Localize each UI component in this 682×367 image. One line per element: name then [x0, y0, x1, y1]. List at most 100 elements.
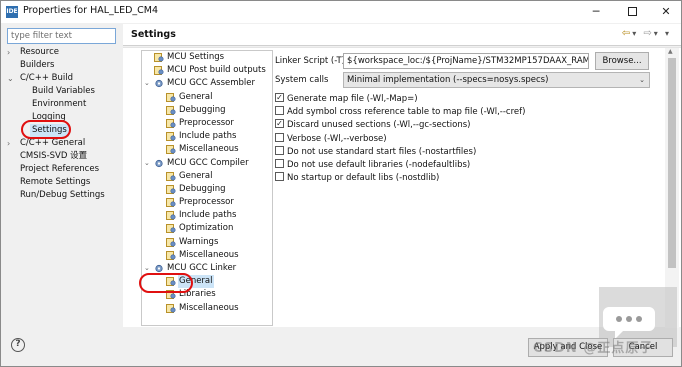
nav-item[interactable]: Environment — [7, 98, 119, 111]
option-checkbox-row[interactable]: ✓ Generate map file (-Wl,-Map=) — [275, 93, 418, 105]
tool-tree-item[interactable]: Debugging — [142, 183, 272, 196]
option-label: Do not use default libraries (-nodefault… — [287, 160, 471, 170]
linker-script-field[interactable]: ${workspace_loc:/${ProjName}/STM32MP157D… — [343, 53, 589, 69]
view-menu-icon[interactable]: ▾ — [665, 29, 671, 38]
tool-tree-item-label: Debugging — [179, 104, 226, 115]
linker-general-form: Linker Script (-T) ${workspace_loc:/${Pr… — [275, 48, 660, 324]
tool-tree-item-label: MCU GCC Compiler — [167, 157, 249, 168]
back-dropdown-icon[interactable]: ▾ — [632, 29, 638, 38]
tool-tree-item[interactable]: Miscellaneous — [142, 143, 272, 156]
tool-tree-item[interactable]: MCU Settings — [142, 51, 272, 64]
nav-item[interactable]: Remote Settings — [7, 176, 119, 189]
system-calls-select[interactable]: Minimal implementation (--specs=nosys.sp… — [343, 72, 650, 88]
tool-tree-item[interactable]: Preprocessor — [142, 117, 272, 130]
scroll-up-icon[interactable]: ▲ — [668, 48, 673, 55]
system-calls-value: Minimal implementation (--specs=nosys.sp… — [347, 75, 549, 85]
option-checkbox-row[interactable]: Add symbol cross reference table to map … — [275, 106, 525, 118]
nav-item[interactable]: ⌄ C/C++ Build — [7, 72, 119, 85]
help-icon[interactable]: ? — [11, 338, 25, 352]
checkbox-unchecked[interactable] — [275, 106, 284, 116]
forward-dropdown-icon[interactable]: ▾ — [654, 29, 660, 38]
settings-page-icon — [166, 237, 176, 247]
tool-gear-icon — [154, 79, 164, 88]
nav-item[interactable]: Builders — [7, 59, 119, 72]
window-title: Properties for HAL_LED_CM4 — [23, 5, 159, 16]
expand-arrow-icon[interactable]: › — [7, 137, 17, 150]
checkbox-unchecked[interactable] — [275, 145, 284, 155]
tool-tree-item[interactable]: Debugging — [142, 104, 272, 117]
expand-arrow-icon[interactable]: › — [7, 46, 17, 59]
tool-tree-item[interactable]: Include paths — [142, 209, 272, 222]
tool-tree-item[interactable]: Optimization — [142, 222, 272, 235]
tool-tree-item[interactable]: General — [142, 91, 272, 104]
back-arrow-icon[interactable]: ⇦ — [622, 28, 632, 39]
tool-tree-item[interactable]: General — [142, 170, 272, 183]
tool-tree-item[interactable]: Miscellaneous — [142, 249, 272, 262]
settings-page-icon — [166, 184, 176, 194]
chevron-down-icon: ⌄ — [639, 76, 645, 84]
tool-tree-item-label: Optimization — [179, 223, 234, 234]
tool-tree-item-label: MCU Post build outputs — [167, 65, 266, 76]
tool-gear-icon — [154, 264, 164, 273]
collapse-arrow-icon[interactable]: ⌄ — [144, 157, 152, 170]
title-bar: IDE Properties for HAL_LED_CM4 ─ ✕ — [1, 1, 681, 23]
minimize-button[interactable]: ─ — [579, 1, 613, 23]
system-calls-label: System calls — [275, 75, 329, 85]
nav-item-label: CMSIS-SVD 设置 — [20, 151, 88, 161]
tool-tree-item-label: Warnings — [179, 236, 219, 247]
option-label: Verbose (-Wl,--verbose) — [287, 133, 387, 144]
option-checkbox-row[interactable]: Verbose (-Wl,--verbose) — [275, 132, 387, 145]
browse-button[interactable]: Browse... — [595, 52, 649, 70]
tool-tree-item[interactable]: ⌄ MCU GCC Assembler — [142, 77, 272, 90]
settings-page-icon — [166, 198, 176, 208]
settings-page-icon — [154, 66, 164, 76]
tool-tree-item-label: Miscellaneous — [179, 249, 239, 260]
forward-arrow-icon[interactable]: ⇨ — [643, 28, 653, 39]
settings-page-icon — [166, 105, 176, 115]
tool-tree-item-label: MCU Settings — [167, 52, 225, 62]
tool-tree-item-label: General — [179, 91, 213, 102]
nav-item-label: Project References — [20, 164, 100, 174]
close-button[interactable]: ✕ — [649, 1, 681, 23]
tool-tree-item[interactable]: MCU Post build outputs — [142, 64, 272, 77]
checkbox-unchecked[interactable] — [275, 132, 284, 142]
nav-item[interactable]: Run/Debug Settings — [7, 189, 119, 202]
settings-page-icon — [166, 224, 176, 234]
nav-item-label: Builders — [20, 60, 55, 70]
vertical-scrollbar[interactable]: ▲ — [665, 48, 679, 328]
option-checkbox-row[interactable]: No startup or default libs (-nostdlib) — [275, 172, 439, 184]
checkbox-unchecked[interactable] — [275, 159, 284, 168]
checkbox-unchecked[interactable] — [275, 172, 284, 182]
tool-tree-item[interactable]: Warnings — [142, 236, 272, 249]
nav-item[interactable]: Build Variables — [7, 85, 119, 98]
collapse-arrow-icon[interactable]: ⌄ — [7, 72, 17, 85]
nav-item[interactable]: CMSIS-SVD 设置 — [7, 150, 119, 163]
maximize-button[interactable] — [615, 1, 649, 23]
history-navigation: ⇦▾ ⇨▾ ▾ — [622, 28, 671, 39]
linker-script-label: Linker Script (-T) — [275, 56, 345, 66]
general-highlight-annotation — [139, 273, 193, 293]
scrollbar-thumb[interactable] — [668, 58, 676, 268]
tool-tree-item[interactable]: ⌄ MCU GCC Compiler — [142, 157, 272, 170]
collapse-arrow-icon[interactable]: ⌄ — [144, 77, 152, 90]
tool-tree-item[interactable]: Include paths — [142, 130, 272, 143]
settings-page-icon — [166, 145, 176, 155]
option-checkbox-row[interactable]: Do not use default libraries (-nodefault… — [275, 159, 470, 171]
option-checkbox-row[interactable]: ✓ Discard unused sections (-Wl,--gc-secti… — [275, 119, 470, 131]
nav-item-label: Remote Settings — [20, 177, 91, 187]
checkbox-checked[interactable]: ✓ — [275, 93, 284, 102]
option-label: Generate map file (-Wl,-Map=) — [287, 94, 418, 104]
nav-item[interactable]: › C/C++ General — [7, 137, 119, 150]
settings-page-icon — [166, 92, 176, 102]
option-checkbox-row[interactable]: Do not use standard start files (-nostar… — [275, 145, 476, 158]
tool-tree-item[interactable]: Preprocessor — [142, 196, 272, 209]
tool-tree-item-label: MCU GCC Assembler — [167, 78, 256, 89]
csdn-watermark: CSDN @正点原子 — [533, 341, 654, 356]
nav-item[interactable]: Project References — [7, 163, 119, 176]
filter-input[interactable] — [7, 28, 116, 44]
tool-tree-item[interactable]: Miscellaneous — [142, 302, 272, 315]
checkbox-checked[interactable]: ✓ — [275, 119, 284, 129]
tool-tree-item-label: Miscellaneous — [179, 302, 239, 313]
nav-item-label: Environment — [32, 99, 87, 109]
nav-item[interactable]: › Resource — [7, 46, 119, 59]
